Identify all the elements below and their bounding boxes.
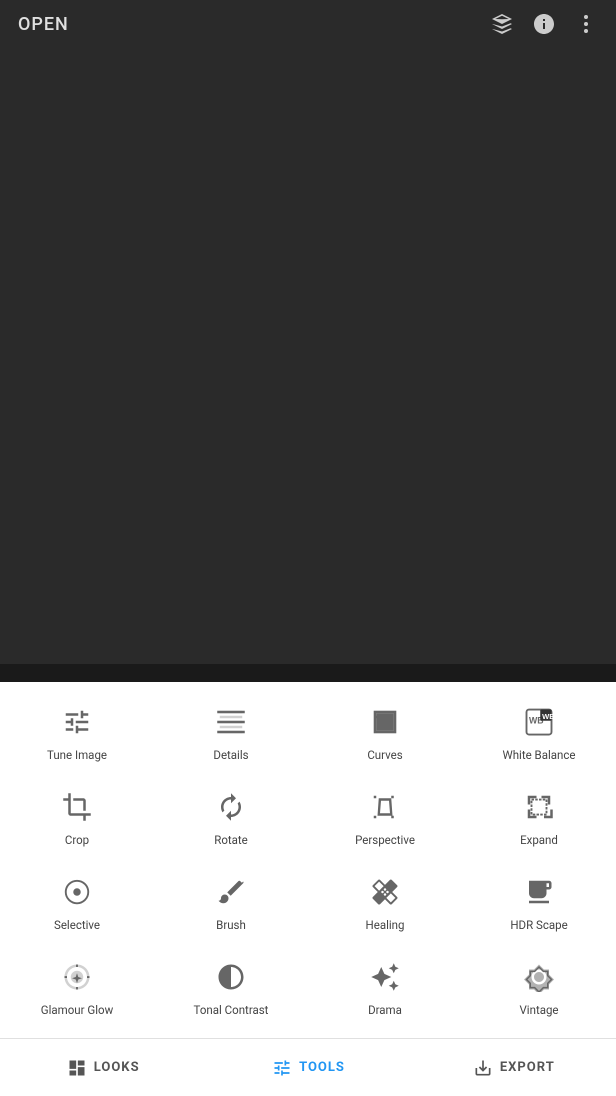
tool-crop[interactable]: Crop	[0, 775, 154, 860]
tools-grid: Tune Image Details Curves WB WB	[0, 682, 616, 1038]
top-bar-right	[490, 12, 598, 36]
tools-label: TOOLS	[299, 1060, 345, 1075]
expand-icon	[521, 789, 557, 825]
nav-export[interactable]: EXPORT	[411, 1039, 616, 1096]
canvas-stripe	[0, 664, 616, 682]
layers-button[interactable]	[490, 12, 514, 36]
glamour-glow-icon	[59, 959, 95, 995]
tonal-contrast-icon	[213, 959, 249, 995]
curves-label: Curves	[367, 748, 402, 763]
tune-image-icon	[59, 704, 95, 740]
nav-looks[interactable]: LOOKS	[0, 1039, 205, 1096]
expand-label: Expand	[520, 833, 558, 848]
tool-perspective[interactable]: Perspective	[308, 775, 462, 860]
perspective-icon	[367, 789, 403, 825]
tool-expand[interactable]: Expand	[462, 775, 616, 860]
drama-label: Drama	[368, 1003, 402, 1018]
tool-hdr-scape[interactable]: HDR Scape	[462, 860, 616, 945]
svg-text:WB: WB	[542, 712, 554, 721]
top-bar: OPEN	[0, 0, 616, 48]
tool-rotate[interactable]: Rotate	[154, 775, 308, 860]
glamour-glow-label: Glamour Glow	[41, 1003, 113, 1018]
nav-tools[interactable]: TOOLS	[205, 1039, 410, 1096]
tool-details[interactable]: Details	[154, 690, 308, 775]
export-label: EXPORT	[500, 1060, 555, 1075]
rotate-icon	[213, 789, 249, 825]
bottom-nav: LOOKS TOOLS EXPORT	[0, 1038, 616, 1096]
tool-curves[interactable]: Curves	[308, 690, 462, 775]
details-icon	[213, 704, 249, 740]
tool-white-balance[interactable]: WB WB White Balance	[462, 690, 616, 775]
tool-tonal-contrast[interactable]: Tonal Contrast	[154, 945, 308, 1030]
tool-vintage[interactable]: Vintage	[462, 945, 616, 1030]
crop-icon	[59, 789, 95, 825]
white-balance-label: White Balance	[503, 748, 576, 763]
brush-icon	[213, 874, 249, 910]
healing-label: Healing	[366, 918, 405, 933]
looks-icon	[66, 1057, 88, 1079]
tonal-contrast-label: Tonal Contrast	[194, 1003, 269, 1018]
healing-icon	[367, 874, 403, 910]
drama-icon	[367, 959, 403, 995]
open-button[interactable]: OPEN	[18, 14, 69, 35]
export-icon	[472, 1057, 494, 1079]
tool-tune-image[interactable]: Tune Image	[0, 690, 154, 775]
canvas-area	[0, 48, 616, 682]
info-button[interactable]	[532, 12, 556, 36]
vintage-icon	[521, 959, 557, 995]
curves-icon	[367, 704, 403, 740]
hdr-scape-icon	[521, 874, 557, 910]
more-button[interactable]	[574, 12, 598, 36]
hdr-scape-label: HDR Scape	[510, 918, 567, 933]
tool-healing[interactable]: Healing	[308, 860, 462, 945]
selective-icon	[59, 874, 95, 910]
tool-brush[interactable]: Brush	[154, 860, 308, 945]
tools-panel: Tune Image Details Curves WB WB	[0, 682, 616, 1096]
tool-drama[interactable]: Drama	[308, 945, 462, 1030]
looks-label: LOOKS	[94, 1060, 140, 1075]
tool-selective[interactable]: Selective	[0, 860, 154, 945]
brush-label: Brush	[216, 918, 246, 933]
tool-glamour-glow[interactable]: Glamour Glow	[0, 945, 154, 1030]
crop-label: Crop	[65, 833, 89, 848]
vintage-label: Vintage	[519, 1003, 558, 1018]
selective-label: Selective	[54, 918, 100, 933]
tools-icon	[271, 1057, 293, 1079]
details-label: Details	[213, 748, 248, 763]
tune-image-label: Tune Image	[47, 748, 107, 763]
white-balance-icon: WB WB	[521, 704, 557, 740]
perspective-label: Perspective	[355, 833, 415, 848]
rotate-label: Rotate	[214, 833, 248, 848]
